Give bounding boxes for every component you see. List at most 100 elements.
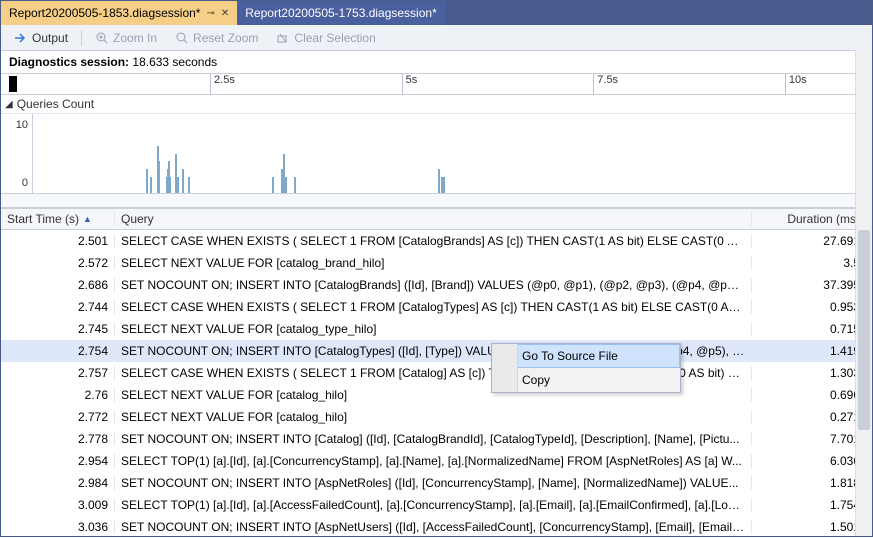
menu-item-copy[interactable]: Copy — [492, 368, 680, 392]
table-row[interactable]: 2.757SELECT CASE WHEN EXISTS ( SELECT 1 … — [1, 362, 872, 384]
chart-bar — [169, 177, 171, 193]
chart-bar — [182, 169, 184, 193]
chart-bar — [150, 177, 152, 193]
output-arrow-icon — [14, 31, 28, 45]
table-row[interactable]: 2.572SELECT NEXT VALUE FOR [catalog_bran… — [1, 252, 872, 274]
scrollbar-thumb[interactable] — [858, 230, 870, 430]
query-grid: Start Time (s) ▲ Query Duration (ms) 2.5… — [1, 208, 872, 538]
zoom-in-icon — [95, 31, 109, 45]
cell-query: SELECT NEXT VALUE FOR [catalog_hilo] — [115, 410, 752, 424]
table-row[interactable]: 2.984SET NOCOUNT ON; INSERT INTO [AspNet… — [1, 472, 872, 494]
cell-query: SELECT NEXT VALUE FOR [catalog_brand_hil… — [115, 256, 752, 270]
toolbar: Output Zoom In Reset Zoom Clear Selectio… — [1, 25, 872, 51]
column-header-query[interactable]: Query — [115, 212, 752, 226]
context-menu: Go To Source File Copy — [491, 343, 681, 393]
cell-start-time: 2.501 — [1, 234, 115, 248]
column-label: Duration (ms) — [787, 212, 860, 226]
cell-start-time: 3.036 — [1, 520, 115, 534]
cell-query: SELECT TOP(1) [a].[Id], [a].[Concurrency… — [115, 454, 752, 468]
reset-zoom-icon — [175, 31, 189, 45]
cell-start-time: 2.76 — [1, 388, 115, 402]
cell-duration: 0.271 — [752, 410, 872, 424]
chart-title: Queries Count — [17, 97, 94, 111]
zoom-in-label: Zoom In — [113, 31, 157, 45]
cell-duration: 0.715 — [752, 322, 872, 336]
table-row[interactable]: 3.036SET NOCOUNT ON; INSERT INTO [AspNet… — [1, 516, 872, 538]
chart-bar — [188, 177, 190, 193]
chart-bar — [146, 169, 148, 193]
table-row[interactable]: 2.954SELECT TOP(1) [a].[Id], [a].[Concur… — [1, 450, 872, 472]
tab-report-1853[interactable]: Report20200505-1853.diagsession* ⊸ ✕ — [1, 1, 237, 25]
y-axis-label: 0 — [22, 177, 28, 189]
table-row[interactable]: 2.778SET NOCOUNT ON; INSERT INTO [Catalo… — [1, 428, 872, 450]
table-row[interactable]: 2.744SELECT CASE WHEN EXISTS ( SELECT 1 … — [1, 296, 872, 318]
cell-duration: 7.701 — [752, 432, 872, 446]
table-row[interactable]: 2.745SELECT NEXT VALUE FOR [catalog_type… — [1, 318, 872, 340]
column-label: Query — [121, 212, 154, 226]
cell-duration: 27.691 — [752, 234, 872, 248]
cell-duration: 1.754 — [752, 498, 872, 512]
close-icon[interactable]: ✕ — [221, 8, 229, 19]
output-button[interactable]: Output — [7, 28, 75, 48]
timeline-ruler[interactable]: 2.5s5s7.5s10s — [1, 73, 872, 95]
grid-header: Start Time (s) ▲ Query Duration (ms) — [1, 208, 872, 230]
menu-item-label: Go To Source File — [522, 349, 618, 363]
session-label-text: Diagnostics session: — [9, 55, 129, 69]
pin-icon[interactable]: ⊸ — [206, 8, 214, 19]
cell-duration: 37.395 — [752, 278, 872, 292]
column-header-duration[interactable]: Duration (ms) — [752, 212, 872, 226]
cell-query: SET NOCOUNT ON; INSERT INTO [Catalog] ([… — [115, 432, 752, 446]
zoom-in-button: Zoom In — [88, 28, 164, 48]
chart-y-axis: 10 0 — [1, 114, 33, 193]
cell-start-time: 2.984 — [1, 476, 115, 490]
clear-selection-label: Clear Selection — [294, 31, 375, 45]
column-header-start-time[interactable]: Start Time (s) ▲ — [1, 212, 115, 226]
column-label: Start Time (s) — [7, 212, 79, 226]
collapse-triangle-icon[interactable]: ◢ — [5, 99, 13, 110]
tab-label: Report20200505-1853.diagsession* — [9, 6, 200, 20]
chart-bar — [285, 177, 287, 193]
cell-start-time: 2.745 — [1, 322, 115, 336]
queries-count-chart[interactable]: 10 0 — [1, 114, 872, 194]
chart-plot-area[interactable] — [33, 114, 872, 193]
clear-selection-icon — [276, 31, 290, 45]
reset-zoom-label: Reset Zoom — [193, 31, 258, 45]
menu-item-label: Copy — [522, 373, 550, 387]
table-row[interactable]: 2.76SELECT NEXT VALUE FOR [catalog_hilo]… — [1, 384, 872, 406]
chart-bar — [177, 177, 179, 193]
cell-duration: 3.5 — [752, 256, 872, 270]
timeline-start-marker[interactable] — [9, 76, 17, 92]
y-axis-label: 10 — [16, 119, 28, 131]
output-label: Output — [32, 31, 68, 45]
menu-item-go-to-source[interactable]: Go To Source File — [492, 344, 680, 368]
menu-gutter — [492, 344, 518, 392]
timeline-tick: 10s — [785, 74, 807, 94]
table-row[interactable]: 2.772SELECT NEXT VALUE FOR [catalog_hilo… — [1, 406, 872, 428]
toolbar-separator — [81, 30, 82, 46]
session-label: Diagnostics session: 18.633 seconds — [1, 51, 872, 73]
cell-start-time: 2.572 — [1, 256, 115, 270]
cell-start-time: 2.954 — [1, 454, 115, 468]
cell-query: SET NOCOUNT ON; INSERT INTO [AspNetRoles… — [115, 476, 752, 490]
table-row[interactable]: 2.754SET NOCOUNT ON; INSERT INTO [Catalo… — [1, 340, 872, 362]
table-row[interactable]: 2.686SET NOCOUNT ON; INSERT INTO [Catalo… — [1, 274, 872, 296]
table-row[interactable]: 3.009SELECT TOP(1) [a].[Id], [a].[Access… — [1, 494, 872, 516]
chart-spacer — [1, 194, 872, 208]
tab-label: Report20200505-1753.diagsession* — [245, 6, 436, 20]
cell-duration: 1.303 — [752, 366, 872, 380]
tab-report-1753[interactable]: Report20200505-1753.diagsession* — [237, 1, 444, 25]
chart-bar — [443, 177, 445, 193]
table-row[interactable]: 2.501SELECT CASE WHEN EXISTS ( SELECT 1 … — [1, 230, 872, 252]
cell-query: SET NOCOUNT ON; INSERT INTO [CatalogBran… — [115, 278, 752, 292]
cell-query: SELECT NEXT VALUE FOR [catalog_type_hilo… — [115, 322, 752, 336]
reset-zoom-button: Reset Zoom — [168, 28, 265, 48]
cell-query: SELECT CASE WHEN EXISTS ( SELECT 1 FROM … — [115, 300, 752, 314]
vertical-scrollbar[interactable] — [855, 50, 872, 536]
chart-bar — [272, 177, 274, 193]
cell-query: SET NOCOUNT ON; INSERT INTO [AspNetUsers… — [115, 520, 752, 534]
cell-query: SELECT CASE WHEN EXISTS ( SELECT 1 FROM … — [115, 234, 752, 248]
timeline-tick: 7.5s — [593, 74, 618, 94]
cell-duration: 6.036 — [752, 454, 872, 468]
cell-duration: 0.696 — [752, 388, 872, 402]
chart-bar — [294, 177, 296, 193]
